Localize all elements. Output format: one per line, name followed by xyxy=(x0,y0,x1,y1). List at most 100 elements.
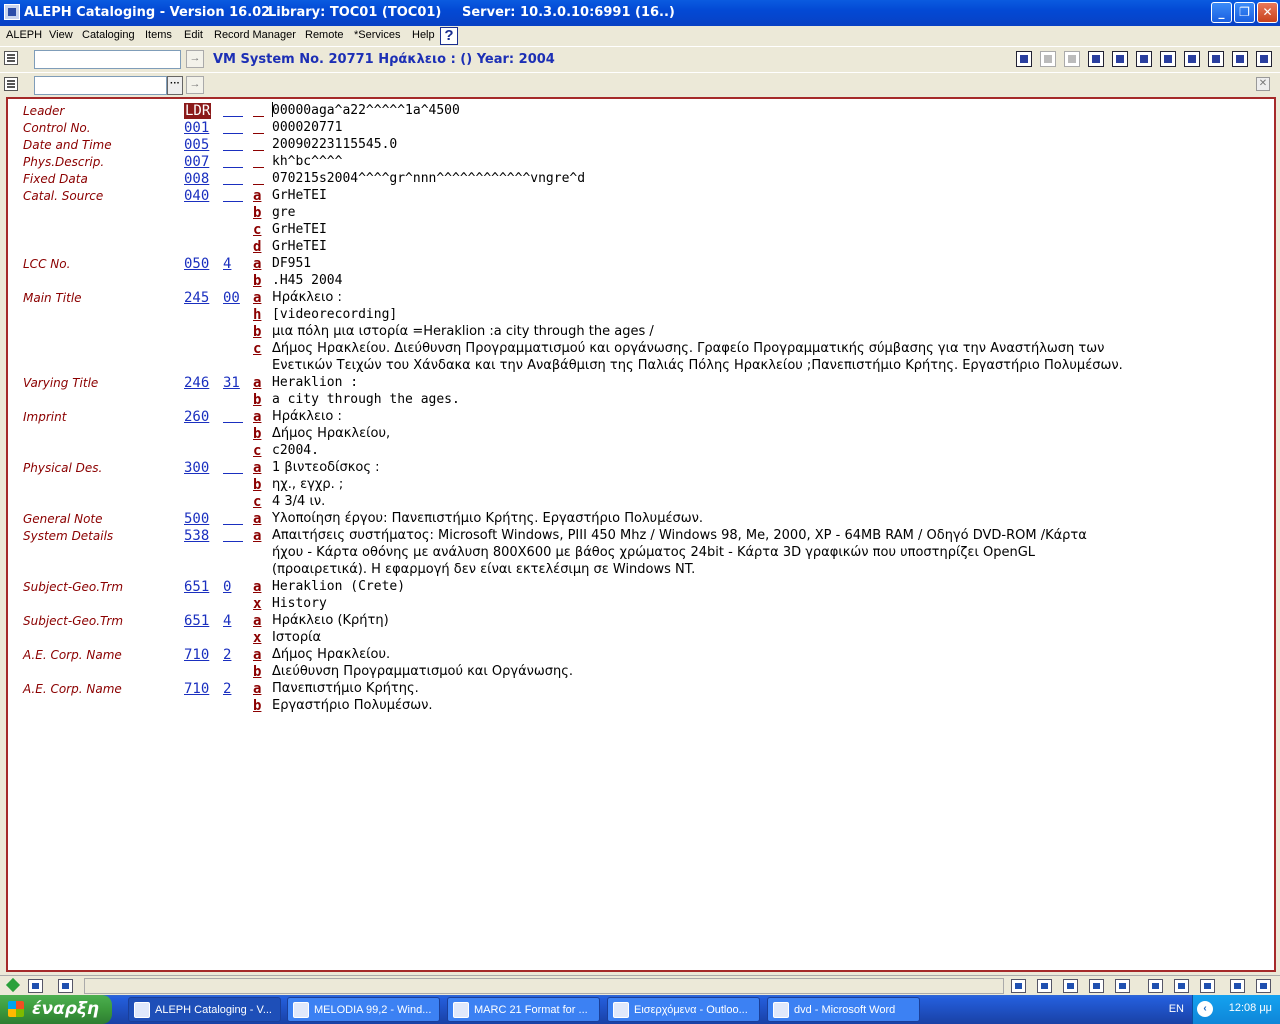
list-view-icon[interactable] xyxy=(1088,51,1104,67)
field-indicators[interactable] xyxy=(223,103,243,117)
marc-field-row[interactable]: c GrHeTEI xyxy=(8,220,1268,238)
field-tag[interactable]: 710 xyxy=(184,647,209,663)
field-value[interactable]: Απαιτήσεις συστήματος: Microsoft Windows… xyxy=(272,528,1087,543)
key-icon[interactable] xyxy=(1148,979,1163,993)
subfield-code[interactable]: c xyxy=(253,222,264,238)
save-server-icon[interactable] xyxy=(1208,51,1224,67)
field-tag[interactable]: 005 xyxy=(184,137,209,153)
menu-aleph[interactable]: ALEPH xyxy=(6,29,42,41)
field-indicators[interactable]: 31 xyxy=(223,375,243,391)
settings-icon[interactable] xyxy=(1011,979,1026,993)
subfield-code[interactable]: b xyxy=(253,426,264,442)
field-indicators[interactable]: 00 xyxy=(223,290,243,306)
subfield-code[interactable]: b xyxy=(253,664,264,680)
field-tag[interactable]: 008 xyxy=(184,171,209,187)
marc-field-row[interactable]: Date and Time 005 20090223115545.0 xyxy=(8,135,1268,153)
field-tag[interactable]: 040 xyxy=(184,188,209,204)
field-tag[interactable]: 007 xyxy=(184,154,209,170)
field-value[interactable]: .H45 2004 xyxy=(272,273,342,288)
globe-icon[interactable] xyxy=(1089,979,1104,993)
marc-field-row[interactable]: Subject-Geo.Trm 651 0 a Heraklion (Crete) xyxy=(8,577,1268,595)
subfield-code[interactable]: c xyxy=(253,494,264,510)
field-value[interactable]: Ενετικών Τειχών του Χάνδακα και την Αναβ… xyxy=(272,358,1123,373)
marc-field-row[interactable]: Leader LDR 00000aga^a22^^^^^1a^4500 xyxy=(8,101,1268,119)
clock[interactable]: 12:08 μμ xyxy=(1229,1002,1272,1014)
marc-field-row[interactable]: Subject-Geo.Trm 651 4 a Ηράκλειο (Κρήτη) xyxy=(8,611,1268,629)
book-icon[interactable] xyxy=(1064,51,1080,67)
field-value[interactable]: gre xyxy=(272,205,295,220)
field-value[interactable]: DF951 xyxy=(272,256,311,271)
field-tag[interactable]: 651 xyxy=(184,613,209,629)
subfield-code[interactable]: b xyxy=(253,324,264,340)
field-value[interactable]: 00000aga^a22^^^^^1a^4500 xyxy=(272,103,460,118)
marc-field-row[interactable]: x Ιστορία xyxy=(8,628,1268,646)
command-input-1[interactable] xyxy=(34,50,181,69)
field-value[interactable]: Heraklion : xyxy=(272,375,358,390)
check-icon[interactable] xyxy=(1136,51,1152,67)
language-indicator[interactable]: EN xyxy=(1169,1003,1184,1015)
marc-field-row[interactable]: Main Title 245 00 a Ηράκλειο : xyxy=(8,288,1268,306)
marc-field-row[interactable]: A.E. Corp. Name 710 2 a Δήμος Ηρακλείου. xyxy=(8,645,1268,663)
hierarchy-icon[interactable] xyxy=(1160,51,1176,67)
task-aleph[interactable]: ALEPH Cataloging - V... xyxy=(128,997,281,1022)
command-input-2[interactable] xyxy=(34,76,167,95)
marc-field-row[interactable]: Physical Des. 300 a 1 βιντεοδίσκος : xyxy=(8,458,1268,476)
subfield-code[interactable]: a xyxy=(253,256,264,272)
marc-editor[interactable]: Leader LDR 00000aga^a22^^^^^1a^4500 Control… xyxy=(6,97,1276,972)
marc-field-row[interactable]: (προαιρετικά). Η εφαρμογή δεν είναι εκτε… xyxy=(8,560,1268,577)
menu-help[interactable]: Help xyxy=(412,29,435,41)
marc-field-row[interactable]: ήχου - Κάρτα οθόνης με ανάλυση 800X600 μ… xyxy=(8,543,1268,560)
field-value[interactable]: ήχου - Κάρτα οθόνης με ανάλυση 800X600 μ… xyxy=(272,545,1035,560)
subfield-code[interactable]: b xyxy=(253,698,264,714)
start-button[interactable]: έναρξη xyxy=(0,995,112,1024)
field-indicators[interactable] xyxy=(223,409,243,423)
field-value[interactable]: μια πόλη μια ιστορία =Heraklion :a city … xyxy=(272,324,654,339)
marc-field-row[interactable]: Phys.Descrip. 007 kh^bc^^^^ xyxy=(8,152,1268,170)
marc-field-row[interactable]: x History xyxy=(8,594,1268,612)
field-indicators[interactable] xyxy=(223,171,243,185)
marc-field-row[interactable]: h [videorecording] xyxy=(8,305,1268,323)
field-tag[interactable]: 246 xyxy=(184,375,209,391)
field-indicators[interactable]: 4 xyxy=(223,613,243,629)
field-tag[interactable]: 538 xyxy=(184,528,209,544)
marc-field-row[interactable]: Catal. Source 040 a GrHeTEI xyxy=(8,186,1268,204)
marc-field-row[interactable]: c Δήμος Ηρακλείου. Διεύθυνση Προγραμματισ… xyxy=(8,339,1268,357)
marc-field-row[interactable]: b Δήμος Ηρακλείου, xyxy=(8,424,1268,442)
subfield-code[interactable] xyxy=(253,171,264,185)
subfield-code[interactable]: x xyxy=(253,630,264,646)
subfield-code[interactable]: c xyxy=(253,341,264,357)
field-value[interactable]: Ηράκλειο (Κρήτη) xyxy=(272,613,389,628)
subfield-code[interactable]: b xyxy=(253,392,264,408)
transfer-icon[interactable] xyxy=(1063,979,1078,993)
field-indicators[interactable]: 0 xyxy=(223,579,243,595)
field-indicators[interactable] xyxy=(223,137,243,151)
field-indicators[interactable] xyxy=(223,528,243,542)
task-marc21[interactable]: MARC 21 Format for ... xyxy=(447,997,600,1022)
marc-field-row[interactable]: d GrHeTEI xyxy=(8,237,1268,255)
field-value[interactable]: Δήμος Ηρακλείου. Διεύθυνση Προγραμματισμ… xyxy=(272,341,1104,356)
marc-field-row[interactable]: Varying Title 246 31 a Heraklion : xyxy=(8,373,1268,391)
menu-view[interactable]: View xyxy=(49,29,73,41)
field-indicators[interactable] xyxy=(223,120,243,134)
marc-field-row[interactable]: b a city through the ages. xyxy=(8,390,1268,408)
subfield-code[interactable] xyxy=(253,154,264,168)
field-value[interactable]: kh^bc^^^^ xyxy=(272,154,342,169)
marc-field-row[interactable]: LCC No. 050 4 a DF951 xyxy=(8,254,1268,272)
maximize-button[interactable]: ❐ xyxy=(1234,2,1255,23)
field-value[interactable]: Δήμος Ηρακλείου, xyxy=(272,426,390,441)
field-indicators[interactable] xyxy=(223,154,243,168)
field-value[interactable]: GrHeTEI xyxy=(272,222,327,237)
close-button[interactable]: ✕ xyxy=(1257,2,1278,23)
go-arrow-button-2[interactable]: → xyxy=(186,76,204,94)
help-question-icon[interactable]: ? xyxy=(440,27,458,45)
tools-icon[interactable] xyxy=(1037,979,1052,993)
task-word[interactable]: dvd - Microsoft Word xyxy=(767,997,920,1022)
subfield-code[interactable]: a xyxy=(253,528,264,544)
page-copy-icon[interactable] xyxy=(58,979,73,993)
tree-icon[interactable] xyxy=(1040,51,1056,67)
field-tag[interactable]: 245 xyxy=(184,290,209,306)
subfield-code[interactable]: b xyxy=(253,477,264,493)
subfield-code[interactable]: c xyxy=(253,443,264,459)
link-icon[interactable] xyxy=(1184,51,1200,67)
marc-field-row[interactable]: Control No. 001 000020771 xyxy=(8,118,1268,136)
